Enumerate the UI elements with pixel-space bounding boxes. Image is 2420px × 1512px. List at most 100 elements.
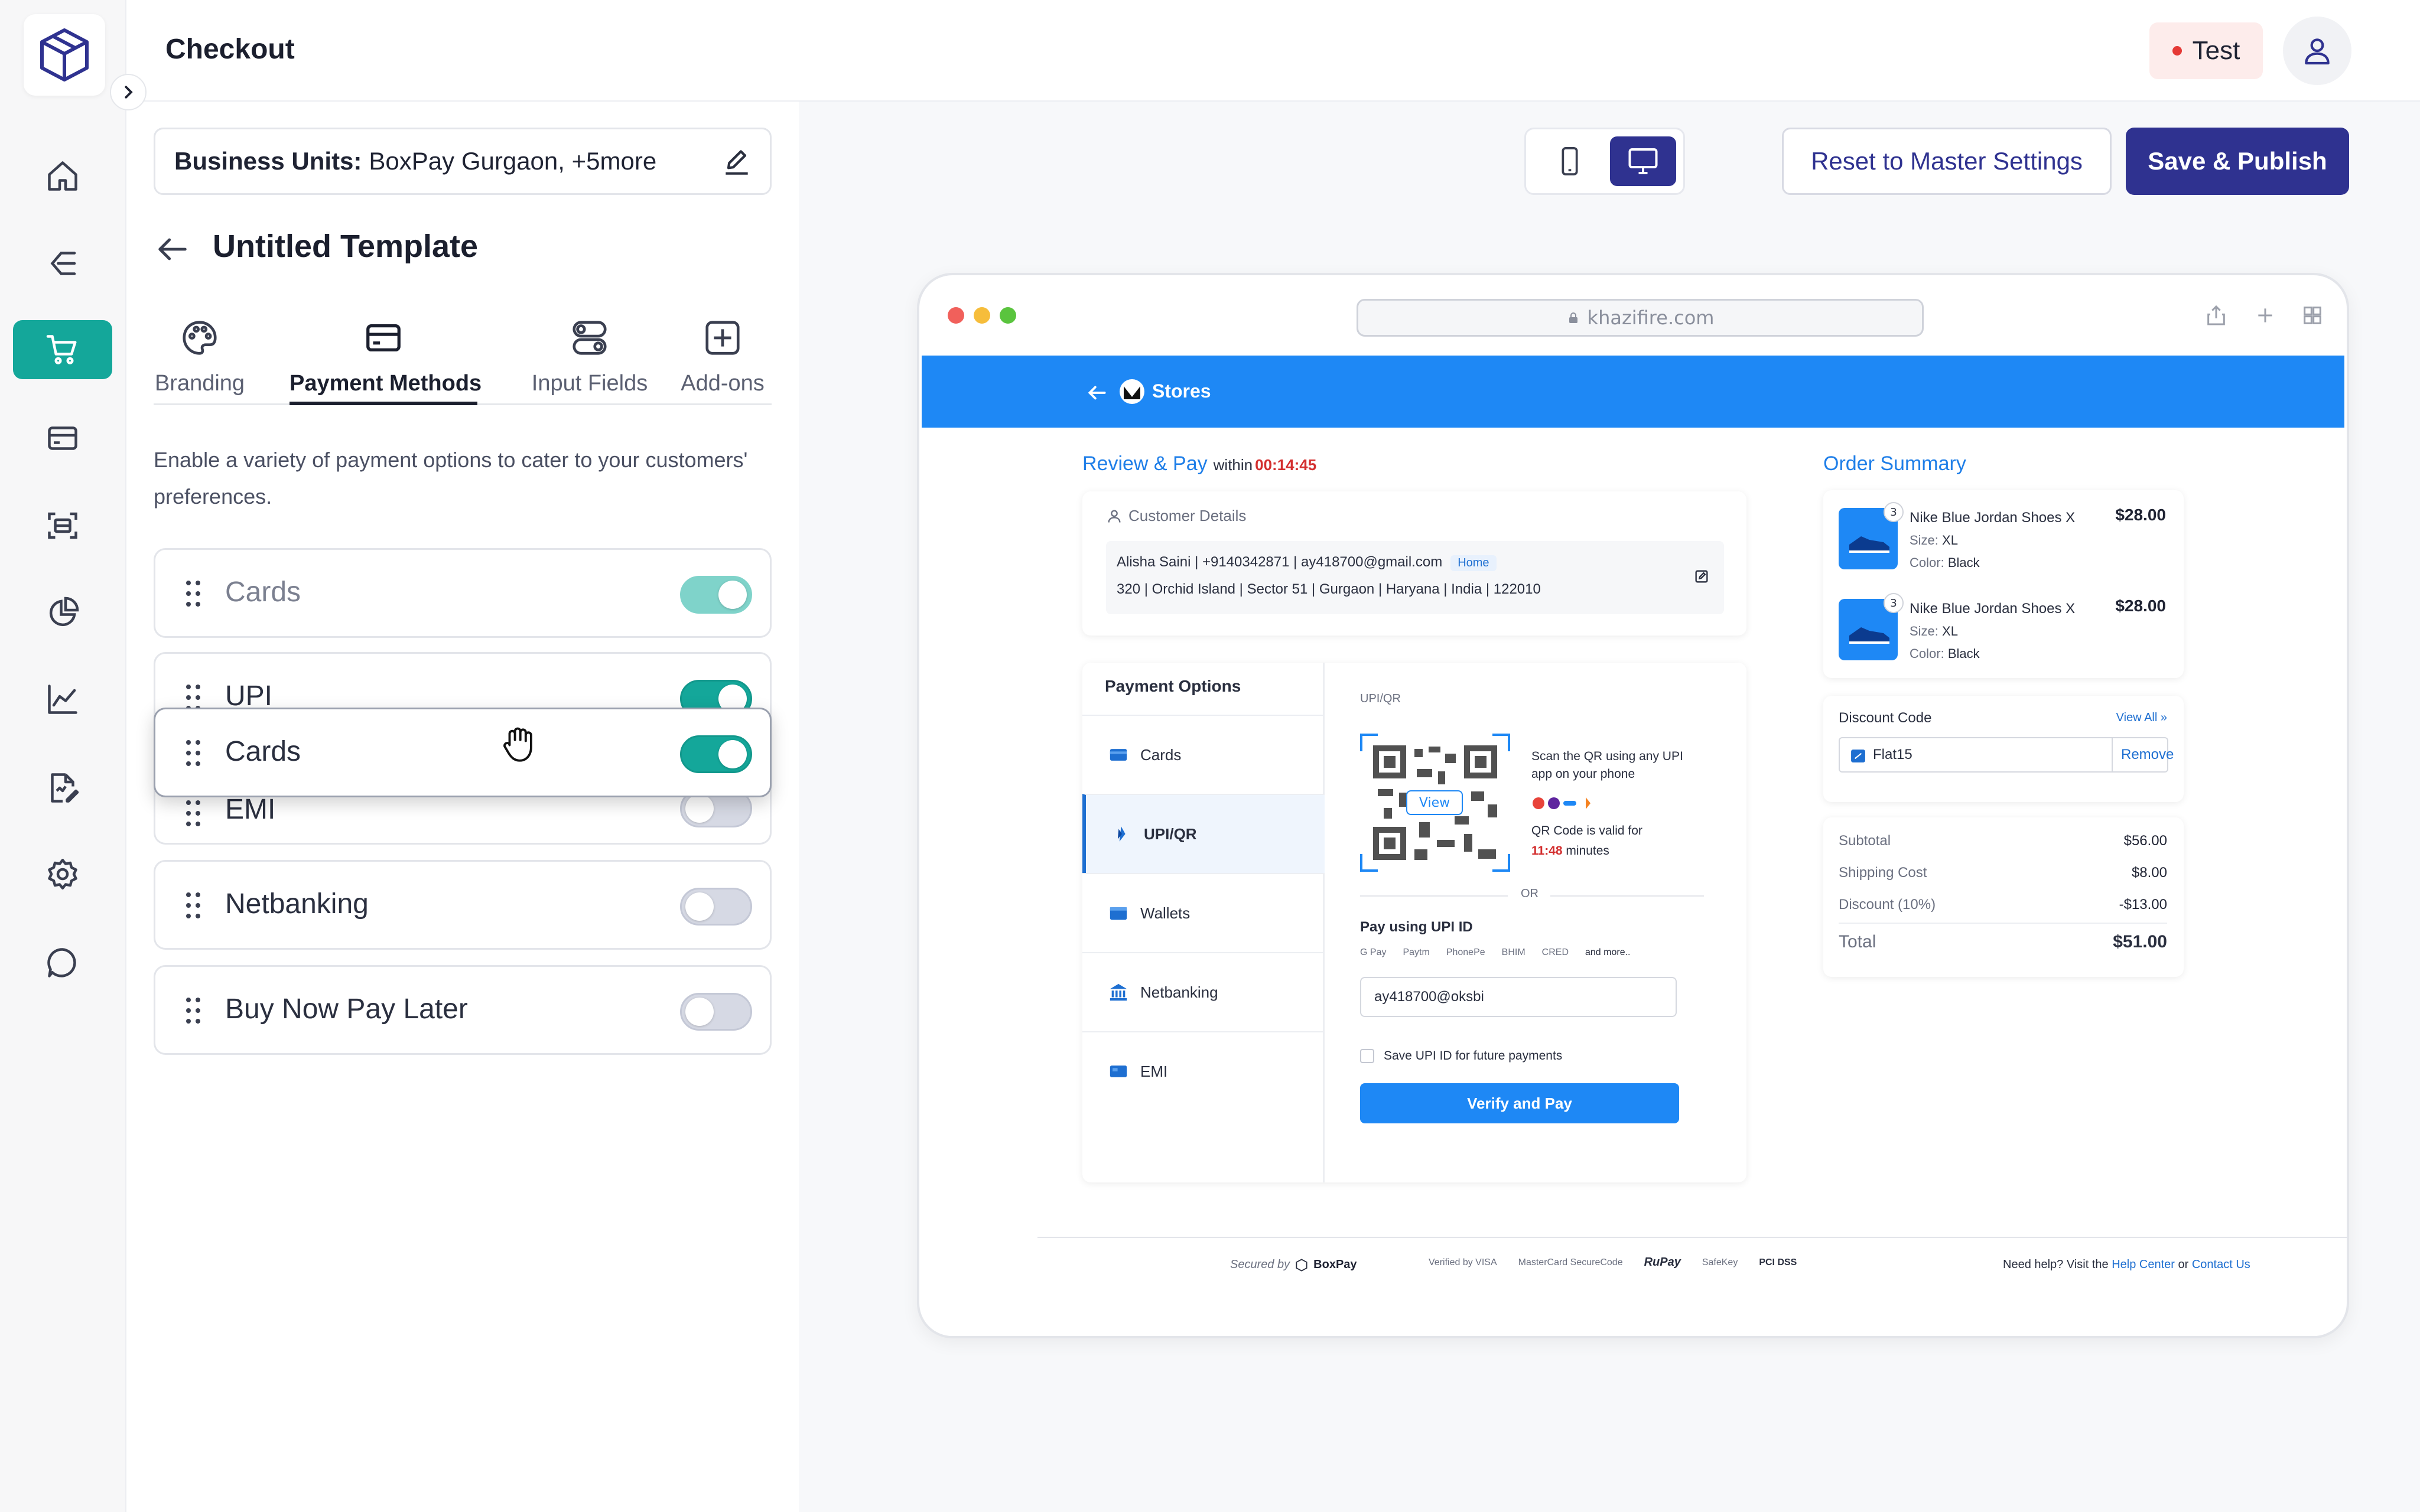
verify-and-pay-button[interactable]: Verify and Pay <box>1360 1083 1679 1123</box>
payment-method-label: EMI <box>225 794 276 825</box>
customer-contact: Alisha Saini | +9140342871 | ay418700@gm… <box>1117 554 1443 570</box>
product-image: 3 <box>1839 502 1904 569</box>
drag-handle-icon[interactable] <box>185 739 201 767</box>
order-items-card: 3 Nike Blue Jordan Shoes X Size: XL Colo… <box>1823 490 2184 678</box>
payment-method-toggle[interactable] <box>680 993 752 1031</box>
order-item: Nike Blue Jordan Shoes X Size: XL Color:… <box>1910 507 2075 574</box>
flow-icon <box>50 252 76 275</box>
payment-method-toggle[interactable] <box>680 888 752 926</box>
status-dot-icon <box>2172 46 2182 56</box>
payment-option-emi[interactable]: EMI <box>1082 1031 1325 1110</box>
payment-method-row-netbanking[interactable]: Netbanking <box>154 860 772 950</box>
sidebar-item-support[interactable] <box>13 933 112 992</box>
left-rail <box>0 0 126 1512</box>
address-bar[interactable]: khazifire.com <box>1357 299 1924 337</box>
bank-icon <box>1110 983 1127 1001</box>
checkout-preview-browser: khazifire.com Stores Review & Pay within 0… <box>917 273 2349 1338</box>
sidebar-item-home[interactable] <box>13 146 112 206</box>
store-name: Stores <box>1152 380 1211 402</box>
customer-details-card: Customer Details Alisha Saini | +9140342… <box>1082 491 1746 636</box>
contact-us-link[interactable]: Contact Us <box>2192 1258 2250 1271</box>
tab-add-ons[interactable]: Add-ons <box>674 313 772 405</box>
total-row: Total $51.00 <box>1839 932 2167 951</box>
back-arrow-icon[interactable] <box>154 230 191 268</box>
desktop-view-button[interactable] <box>1610 136 1676 186</box>
boxpay-logo[interactable] <box>24 14 105 96</box>
tabs-grid-icon[interactable] <box>2301 302 2324 328</box>
discount-row: Discount (10%) -$13.00 <box>1839 897 2167 913</box>
qr-code[interactable]: View <box>1360 734 1510 872</box>
tab-payment-methods[interactable]: Payment Methods <box>290 313 482 405</box>
payment-method-toggle[interactable] <box>680 735 752 773</box>
user-menu-button[interactable] <box>2283 17 2351 85</box>
payment-option-upi-qr[interactable]: UPI/QR <box>1082 794 1325 873</box>
payment-method-toggle[interactable] <box>680 576 752 614</box>
window-zoom-dot <box>1000 307 1016 324</box>
remove-discount-button[interactable]: Remove <box>2121 747 2174 763</box>
discount-code-input[interactable]: Flat15 Remove <box>1839 737 2174 773</box>
tab-input-fields[interactable]: Input Fields <box>514 313 665 405</box>
payment-method-row-cards-placeholder[interactable]: Cards <box>154 548 772 638</box>
reset-to-master-settings-button[interactable]: Reset to Master Settings <box>1782 128 2112 195</box>
view-all-link[interactable]: View All » <box>2116 711 2167 725</box>
upi-id-input[interactable]: ay418700@oksbi <box>1360 977 1677 1017</box>
qr-validity: QR Code is valid for 11:48 minutes <box>1531 824 1642 858</box>
home-icon <box>48 161 77 191</box>
qr-view-button[interactable]: View <box>1406 790 1463 815</box>
drag-handle-icon[interactable] <box>185 996 201 1025</box>
payment-method-label: Buy Now Pay Later <box>225 993 468 1025</box>
help-center-link[interactable]: Help Center <box>2112 1258 2175 1271</box>
product-name: Nike Blue Jordan Shoes X <box>1910 601 2076 617</box>
analytics-icon <box>48 685 77 714</box>
desktop-icon <box>1628 148 1658 174</box>
emi-icon <box>1110 1065 1127 1077</box>
drag-handle-icon[interactable] <box>185 579 201 608</box>
payment-options-card: Payment Options Cards UPI/QR Wallets Net… <box>1082 663 1746 1182</box>
card-icon <box>366 324 401 352</box>
payment-method-row-bnpl[interactable]: Buy Now Pay Later <box>154 965 772 1055</box>
sidebar-item-flows[interactable] <box>13 234 112 293</box>
wallet-icon <box>1110 907 1127 920</box>
environment-badge[interactable]: Test <box>2149 22 2263 79</box>
coupon-icon <box>1851 750 1865 762</box>
edit-icon[interactable] <box>1693 568 1710 585</box>
back-arrow-icon[interactable] <box>1086 382 1108 404</box>
payment-option-netbanking[interactable]: Netbanking <box>1082 952 1325 1031</box>
dragging-payment-method-row[interactable]: Cards <box>154 708 772 797</box>
save-and-publish-button[interactable]: Save & Publish <box>2126 128 2349 195</box>
drag-handle-icon[interactable] <box>185 799 201 827</box>
user-icon <box>2305 38 2330 65</box>
window-minimize-dot <box>974 307 990 324</box>
sidebar-item-scan[interactable] <box>13 496 112 555</box>
sidebar-item-documents[interactable] <box>13 758 112 817</box>
drag-handle-icon[interactable] <box>185 891 201 920</box>
sidebar-item-analytics[interactable] <box>13 670 112 729</box>
save-upi-checkbox[interactable] <box>1360 1049 1374 1063</box>
countdown-timer: 00:14:45 <box>1255 456 1317 474</box>
upi-apps-list: G Pay Paytm PhonePe BHIM CRED and more.. <box>1360 947 1631 957</box>
business-units-selector[interactable]: Business Units: BoxPay Gurgaon, +5more <box>154 128 772 195</box>
sidebar-item-reports[interactable] <box>13 584 112 643</box>
payment-options-list: Payment Options Cards UPI/QR Wallets Net… <box>1082 663 1325 1182</box>
share-icon[interactable] <box>2204 302 2228 328</box>
mobile-view-button[interactable] <box>1537 136 1603 186</box>
expand-sidebar-button[interactable] <box>110 74 147 110</box>
tab-label: Branding <box>154 371 245 396</box>
quantity-badge: 3 <box>1884 502 1904 522</box>
sidebar-item-settings[interactable] <box>13 845 112 904</box>
tab-branding[interactable]: Branding <box>154 313 246 405</box>
customer-details-heading: Customer Details <box>1106 507 1246 525</box>
cube-logo-icon <box>40 28 89 82</box>
payment-methods-description: Enable a variety of payment options to c… <box>154 448 748 509</box>
cart-icon <box>46 335 77 364</box>
sidebar-item-checkout[interactable] <box>13 320 112 379</box>
payment-method-label: Cards <box>225 736 301 767</box>
sidebar-item-payments[interactable] <box>13 409 112 468</box>
qr-scan-instructions: Scan the QR using any UPI app on your ph… <box>1531 750 1683 781</box>
payment-option-cards[interactable]: Cards <box>1082 715 1325 794</box>
new-tab-icon[interactable] <box>2253 302 2277 328</box>
quantity-badge: 3 <box>1884 593 1904 613</box>
help-links: Need help? Visit the Help Center or Cont… <box>2003 1258 2250 1271</box>
pencil-icon[interactable] <box>720 146 753 179</box>
payment-option-wallets[interactable]: Wallets <box>1082 873 1325 952</box>
